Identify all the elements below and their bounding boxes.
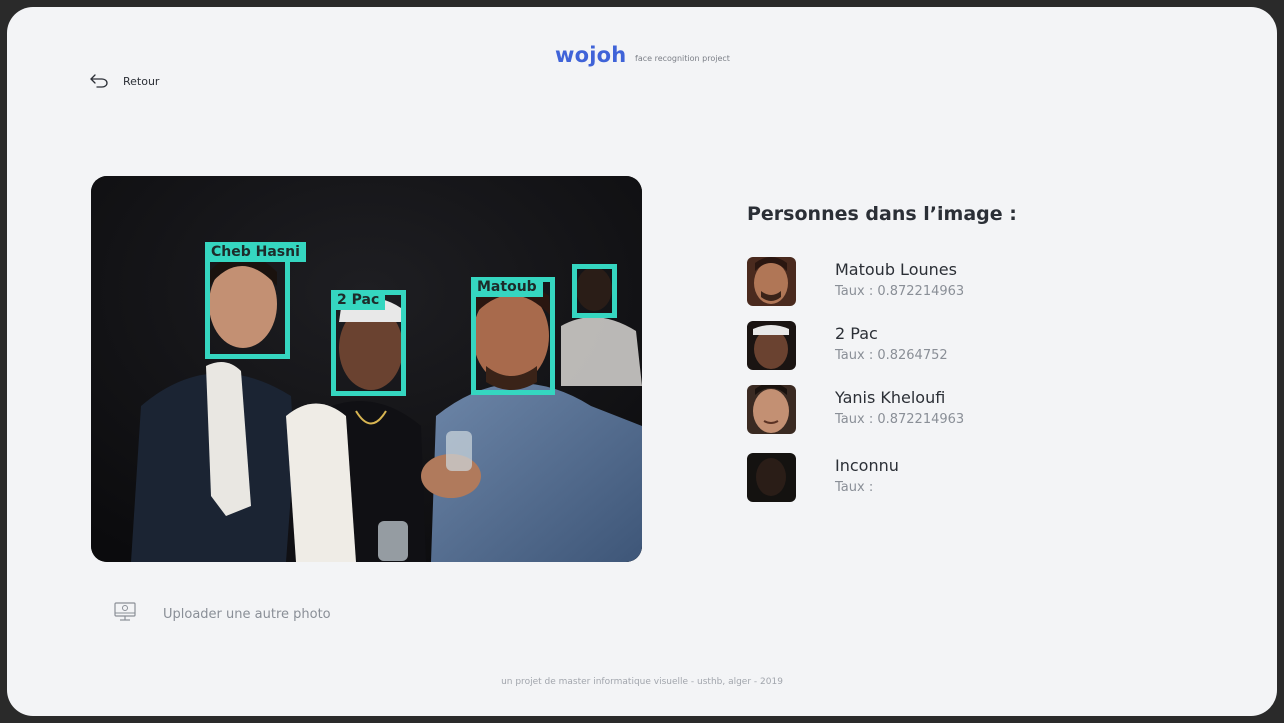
back-label: Retour [123,74,160,88]
person-name: 2 Pac [835,324,878,343]
person-item-matoub-lounes[interactable]: Matoub Lounes Taux : 0.872214963 [747,257,1167,307]
person-thumbnail [747,453,796,502]
analyzed-photo: Cheb Hasni 2 Pac Matoub [91,176,642,562]
footer-credit: un projet de master informatique visuell… [501,677,783,687]
face-box-unknown [572,264,617,318]
face-label-cheb-hasni: Cheb Hasni [205,242,306,262]
person-item-unknown[interactable]: Inconnu Taux : [747,453,1167,503]
people-list-title: Personnes dans l’image : [747,203,1017,225]
person-thumbnail [747,257,796,306]
app-window: wojoh face recognition project Retour Ch… [7,7,1277,716]
person-rate: Taux : 0.8264752 [835,348,948,363]
person-item-yanis-kheloufi[interactable]: Yanis Kheloufi Taux : 0.872214963 [747,385,1167,435]
upload-label: Uploader une autre photo [163,606,331,622]
person-thumbnail [747,385,796,434]
face-label-2pac: 2 Pac [331,290,386,310]
back-button[interactable]: Retour [89,73,159,89]
person-name: Yanis Kheloufi [835,388,946,407]
upload-monitor-icon [113,601,137,627]
person-item-2pac[interactable]: 2 Pac Taux : 0.8264752 [747,321,1167,371]
person-thumbnail [747,321,796,370]
brand-tagline: face recognition project [635,54,730,63]
person-name: Inconnu [835,456,899,475]
face-label-matoub: Matoub [471,277,543,297]
person-rate: Taux : [835,480,874,495]
back-arrow-icon [89,73,109,89]
person-name: Matoub Lounes [835,260,957,279]
brand-logo[interactable]: wojoh [555,43,626,67]
upload-another-photo-button[interactable]: Uploader une autre photo [113,601,331,627]
person-rate: Taux : 0.872214963 [835,412,965,427]
person-rate: Taux : 0.872214963 [835,284,965,299]
